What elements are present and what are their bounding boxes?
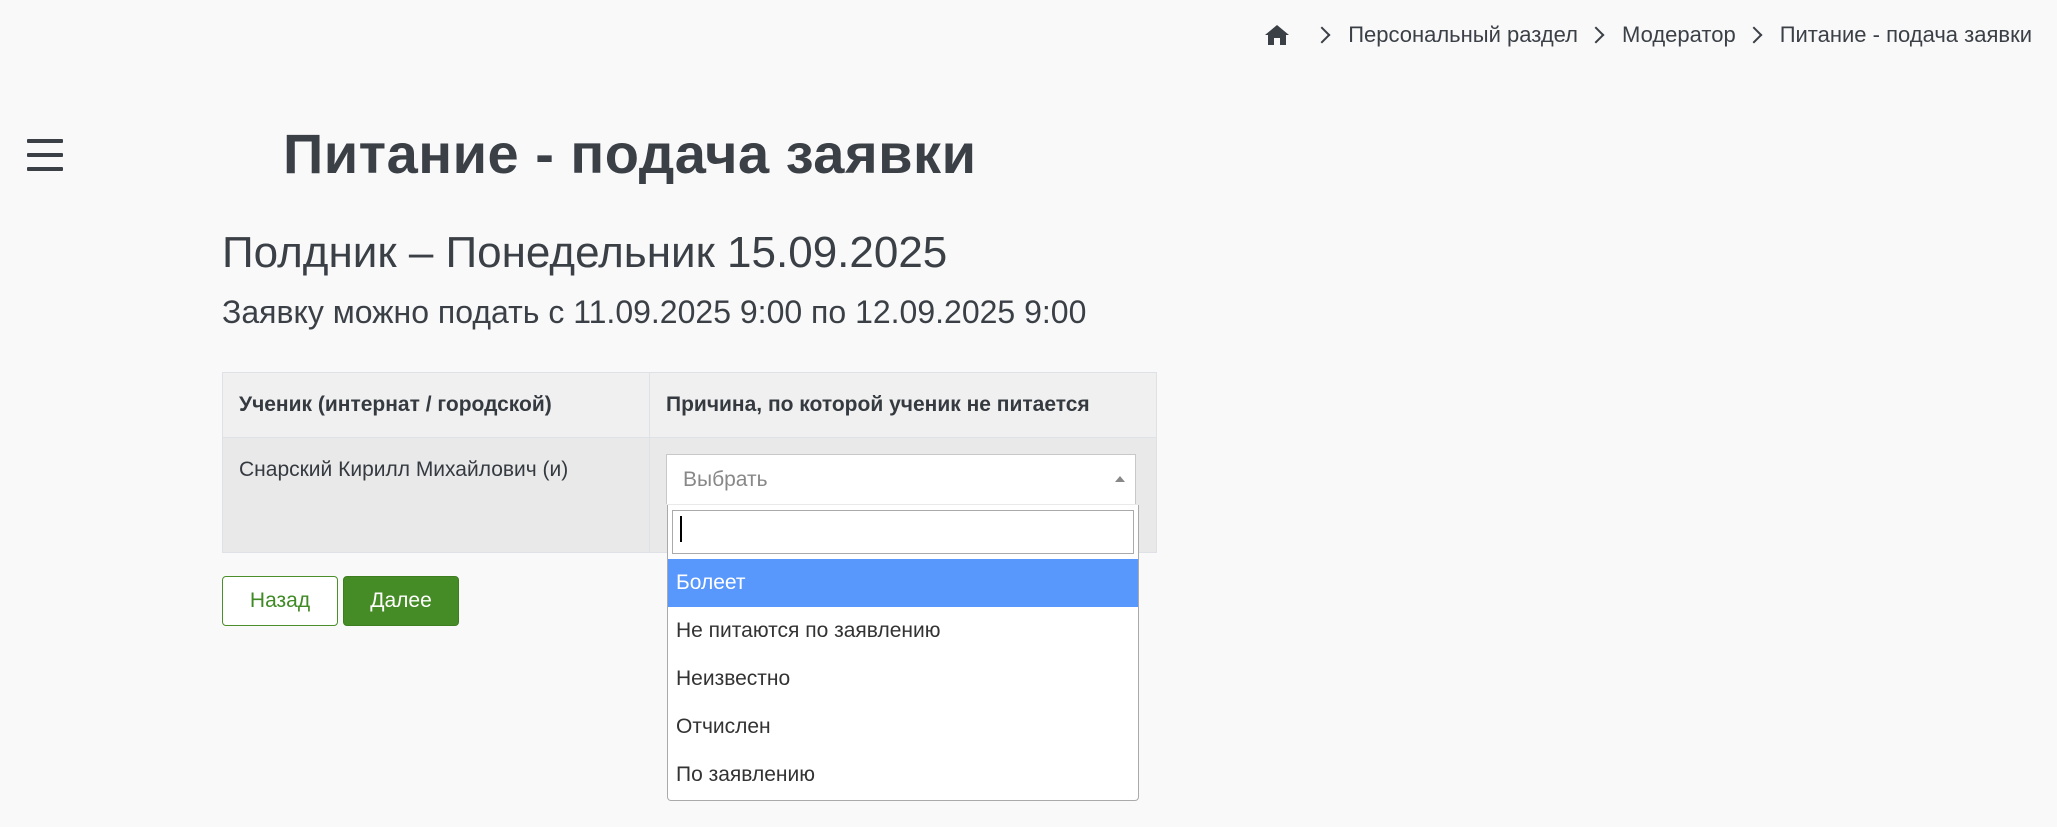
dropdown-option-unknown[interactable]: Неизвестно — [668, 655, 1138, 703]
column-header-reason: Причина, по которой ученик не питается — [649, 372, 1157, 438]
breadcrumb-moderator[interactable]: Модератор — [1622, 22, 1736, 48]
dropdown-option-expelled[interactable]: Отчислен — [668, 703, 1138, 751]
text-cursor — [680, 516, 682, 542]
dropdown-search-wrapper — [668, 505, 1138, 559]
page-title: Питание - подача заявки — [283, 122, 977, 185]
chevron-right-icon — [1745, 26, 1763, 44]
reason-select-placeholder: Выбрать — [683, 468, 768, 491]
reason-dropdown: Болеет Не питаются по заявлению Неизвест… — [667, 505, 1139, 801]
chevron-right-icon — [1313, 26, 1331, 44]
column-header-student: Ученик (интернат / городской) — [222, 372, 650, 438]
dropdown-option-not-eating-by-application[interactable]: Не питаются по заявлению — [668, 607, 1138, 655]
dropdown-option-by-application[interactable]: По заявлению — [668, 751, 1138, 799]
reason-select[interactable]: Выбрать — [666, 454, 1136, 504]
hamburger-menu-icon[interactable] — [27, 139, 63, 171]
next-button[interactable]: Далее — [343, 576, 459, 626]
caret-up-icon — [1115, 476, 1125, 482]
breadcrumb-current-page: Питание - подача заявки — [1779, 22, 2032, 47]
home-icon[interactable] — [1264, 24, 1290, 46]
dropdown-options-list: Болеет Не питаются по заявлению Неизвест… — [668, 559, 1138, 799]
submission-period-text: Заявку можно подать с 11.09.2025 9:00 по… — [222, 294, 1087, 330]
dropdown-option-sick[interactable]: Болеет — [668, 559, 1138, 607]
back-button[interactable]: Назад — [222, 576, 338, 626]
dropdown-search-input[interactable] — [672, 510, 1134, 554]
table-header-row: Ученик (интернат / городской) Причина, п… — [222, 372, 1157, 438]
breadcrumb-personal-section[interactable]: Персональный раздел — [1348, 22, 1578, 48]
breadcrumb: Персональный раздел Модератор Питание - … — [1264, 22, 2032, 48]
meal-heading: Полдник – Понедельник 15.09.2025 — [222, 228, 948, 277]
student-name: Снарский Кирилл Михайлович (и) — [222, 437, 650, 553]
chevron-right-icon — [1587, 26, 1605, 44]
